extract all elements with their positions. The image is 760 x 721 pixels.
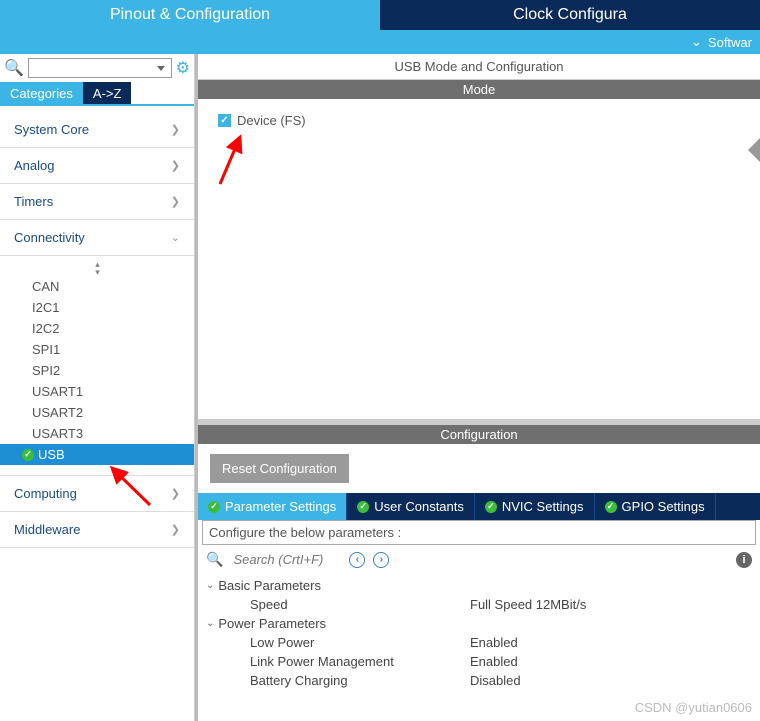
- param-label: Link Power Management: [250, 654, 470, 669]
- left-panel: 🔍 ⚙ Categories A->Z System Core ❯ Analog…: [0, 54, 195, 721]
- param-label: Low Power: [250, 635, 470, 650]
- group-label: Basic Parameters: [218, 578, 321, 593]
- annotation-arrow-icon: [212, 129, 252, 189]
- prev-icon[interactable]: ‹: [349, 552, 365, 568]
- param-value: Full Speed 12MBit/s: [470, 597, 586, 612]
- chevron-down-icon: ⌄: [206, 618, 214, 629]
- list-item[interactable]: SPI2: [0, 360, 194, 381]
- chevron-right-icon: ❯: [171, 523, 180, 536]
- param-row[interactable]: Battery ChargingDisabled: [206, 671, 752, 690]
- group-basic[interactable]: ⌄ Basic Parameters: [206, 576, 752, 595]
- cat-analog[interactable]: Analog ❯: [0, 148, 194, 184]
- search-combo[interactable]: [28, 58, 172, 78]
- param-value: Enabled: [470, 635, 518, 650]
- cat-label: Analog: [14, 158, 54, 173]
- category-list: System Core ❯ Analog ❯ Timers ❯ Connecti…: [0, 106, 194, 554]
- list-item[interactable]: USART3: [0, 423, 194, 444]
- tab-az[interactable]: A->Z: [83, 82, 132, 104]
- param-search-input[interactable]: [231, 551, 341, 568]
- param-value: Disabled: [470, 673, 521, 688]
- tab-label: GPIO Settings: [622, 499, 705, 514]
- check-icon: ✓: [22, 449, 34, 461]
- chevron-down-icon[interactable]: ⌄: [691, 34, 702, 50]
- chevron-right-icon: ❯: [171, 159, 180, 172]
- chevron-right-icon: ❯: [171, 487, 180, 500]
- top-tabs: Pinout & Configuration Clock Configura: [0, 0, 760, 30]
- cat-label: Timers: [14, 194, 53, 209]
- split-handle-icon[interactable]: ▴▾: [0, 260, 194, 276]
- config-bar: Configuration: [198, 425, 760, 444]
- chevron-right-icon: ❯: [171, 123, 180, 136]
- chevron-right-icon: ❯: [171, 195, 180, 208]
- tab-label: User Constants: [374, 499, 464, 514]
- sub-bar: ⌄ Softwar: [0, 30, 760, 54]
- tab-nvic-settings[interactable]: ✓ NVIC Settings: [475, 493, 595, 520]
- config-tabs: ✓ Parameter Settings ✓ User Constants ✓ NVI…: [198, 493, 760, 520]
- check-icon: ✓: [208, 501, 220, 513]
- cat-computing[interactable]: Computing ❯: [0, 476, 194, 512]
- tab-user-constants[interactable]: ✓ User Constants: [347, 493, 475, 520]
- cat-label: System Core: [14, 122, 89, 137]
- next-icon[interactable]: ›: [373, 552, 389, 568]
- cat-timers[interactable]: Timers ❯: [0, 184, 194, 220]
- list-item[interactable]: USART1: [0, 381, 194, 402]
- reset-config-button[interactable]: Reset Configuration: [210, 454, 349, 483]
- list-item[interactable]: CAN: [0, 276, 194, 297]
- check-icon: ✓: [605, 501, 617, 513]
- search-icon[interactable]: 🔍: [4, 58, 24, 78]
- tab-gpio-settings[interactable]: ✓ GPIO Settings: [595, 493, 716, 520]
- mode-bar: Mode: [198, 80, 760, 99]
- tab-parameter-settings[interactable]: ✓ Parameter Settings: [198, 493, 347, 520]
- param-search-row: 🔍 ‹ › i: [198, 545, 760, 574]
- cat-label: Computing: [14, 486, 77, 501]
- param-label: Battery Charging: [250, 673, 470, 688]
- sub-bar-label: Softwar: [708, 35, 752, 50]
- list-item-label: USB: [38, 447, 65, 462]
- watermark: CSDN @yutian0606: [635, 700, 752, 715]
- mode-area: ✓ Device (FS): [198, 99, 760, 419]
- device-fs-checkbox[interactable]: ✓ Device (FS): [218, 113, 740, 128]
- checkbox-checked-icon: ✓: [218, 114, 231, 127]
- check-icon: ✓: [485, 501, 497, 513]
- check-icon: ✓: [357, 501, 369, 513]
- group-label: Power Parameters: [218, 616, 326, 631]
- param-row[interactable]: Low PowerEnabled: [206, 633, 752, 652]
- param-value: Enabled: [470, 654, 518, 669]
- list-item[interactable]: I2C2: [0, 318, 194, 339]
- tab-label: Parameter Settings: [225, 499, 336, 514]
- tab-label: NVIC Settings: [502, 499, 584, 514]
- cat-label: Middleware: [14, 522, 80, 537]
- cat-connectivity[interactable]: Connectivity ⌄: [0, 220, 194, 256]
- param-label: Speed: [250, 597, 470, 612]
- right-panel: USB Mode and Configuration Mode ✓ Device…: [195, 54, 760, 721]
- panel-title: USB Mode and Configuration: [198, 54, 760, 80]
- checkbox-label: Device (FS): [237, 113, 306, 128]
- connectivity-items: ▴▾ CAN I2C1 I2C2 SPI1 SPI2 USART1 USART2…: [0, 256, 194, 476]
- list-item[interactable]: USART2: [0, 402, 194, 423]
- group-power[interactable]: ⌄ Power Parameters: [206, 614, 752, 633]
- list-item[interactable]: SPI1: [0, 339, 194, 360]
- param-tree: ⌄ Basic Parameters SpeedFull Speed 12MBit…: [198, 574, 760, 698]
- tab-clock[interactable]: Clock Configura: [380, 0, 760, 30]
- param-row[interactable]: Link Power ManagementEnabled: [206, 652, 752, 671]
- cat-middleware[interactable]: Middleware ❯: [0, 512, 194, 548]
- chevron-down-icon: ⌄: [171, 231, 180, 244]
- config-area: Reset Configuration ✓ Parameter Settings …: [198, 444, 760, 721]
- gear-icon[interactable]: ⚙: [176, 58, 190, 78]
- cat-system-core[interactable]: System Core ❯: [0, 112, 194, 148]
- info-icon[interactable]: i: [736, 552, 752, 568]
- list-item[interactable]: I2C1: [0, 297, 194, 318]
- tab-categories[interactable]: Categories: [0, 82, 83, 104]
- chevron-down-icon: ⌄: [206, 580, 214, 591]
- param-header: Configure the below parameters :: [202, 520, 756, 545]
- search-icon[interactable]: 🔍: [206, 551, 223, 568]
- list-item-usb[interactable]: ✓ USB: [0, 444, 194, 465]
- cat-label: Connectivity: [14, 230, 85, 245]
- param-row[interactable]: SpeedFull Speed 12MBit/s: [206, 595, 752, 614]
- tab-pinout[interactable]: Pinout & Configuration: [0, 0, 380, 30]
